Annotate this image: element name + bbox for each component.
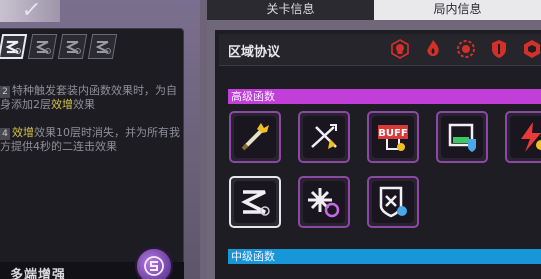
suite-name: 多端增强 <box>10 268 67 279</box>
x-shield-icon <box>379 186 407 218</box>
section-advanced-functions: 高级函数 <box>228 89 541 104</box>
zone-protocol-icons <box>388 37 541 61</box>
function-card-red-lightning[interactable] <box>505 111 541 163</box>
crossed-arrows-icon <box>311 124 337 149</box>
function-card-crossed-arrows[interactable] <box>298 111 350 163</box>
suite-desc-2: 2 特种触发套装内函数效果时，为自身添加2层效增效果 <box>0 84 180 112</box>
gear-s-icon <box>35 40 51 54</box>
suite-desc-4: 4 效增效果10层时消失，并为所有我方提供4秒的二连击效果 <box>0 126 180 154</box>
tab-stage-info[interactable]: 关卡信息 <box>207 0 374 20</box>
shield-screen-icon <box>448 123 476 152</box>
function-card-shield-screen[interactable] <box>436 111 488 163</box>
tab-run-info[interactable]: 局内信息 <box>374 0 541 20</box>
top-strip: ✓ <box>0 0 60 23</box>
svg-text:BUFF: BUFF <box>378 128 407 139</box>
red-lightning-icon <box>521 122 541 152</box>
gear-s-icon <box>95 40 111 54</box>
suite-effect-4[interactable] <box>87 34 118 59</box>
s-logo-icon <box>144 256 164 276</box>
function-card-golden-sword[interactable] <box>229 111 281 163</box>
tier-number: 4 <box>0 128 10 140</box>
suite-logo-badge[interactable] <box>135 247 173 279</box>
red-shield-icon[interactable] <box>487 37 511 61</box>
tier-number: 2 <box>0 86 10 98</box>
starburst-icon <box>308 188 340 218</box>
game-screen: ✓ 2 特种触发套装内函数效果时，为自身添加2层效增效果 4 效增效果10层时消… <box>0 0 541 279</box>
buff-sign-icon: BUFF <box>378 125 408 151</box>
suite-effect-3[interactable] <box>57 34 88 59</box>
suite-effect-selected[interactable] <box>0 34 28 59</box>
golden-sword-icon <box>241 123 269 151</box>
check-icon: ✓ <box>19 0 43 23</box>
red-skull-icon[interactable] <box>388 37 412 61</box>
desc-highlight: 效增 <box>12 126 34 139</box>
red-gear-icon[interactable] <box>454 37 478 61</box>
desc-text: 效果 <box>73 98 95 111</box>
function-card-buff[interactable]: BUFF <box>367 111 419 163</box>
desc-highlight: 效增 <box>51 98 73 111</box>
function-card-x-shield[interactable] <box>367 176 419 228</box>
zone-protocol-title: 区域协议 <box>228 45 281 60</box>
suite-effect-2[interactable] <box>27 34 58 59</box>
red-flame-icon[interactable] <box>421 37 445 61</box>
red-hex-icon[interactable] <box>520 37 541 61</box>
function-card-starburst[interactable] <box>298 176 350 228</box>
function-card-gear-s-selected[interactable] <box>229 176 281 228</box>
suite-effect-row <box>0 34 118 59</box>
gear-s-icon <box>65 40 81 54</box>
section-intermediate-functions: 中级函数 <box>228 249 541 264</box>
gear-s-icon <box>5 40 21 54</box>
info-tabs: 关卡信息 局内信息 <box>207 0 541 20</box>
gear-s-icon <box>241 190 270 216</box>
